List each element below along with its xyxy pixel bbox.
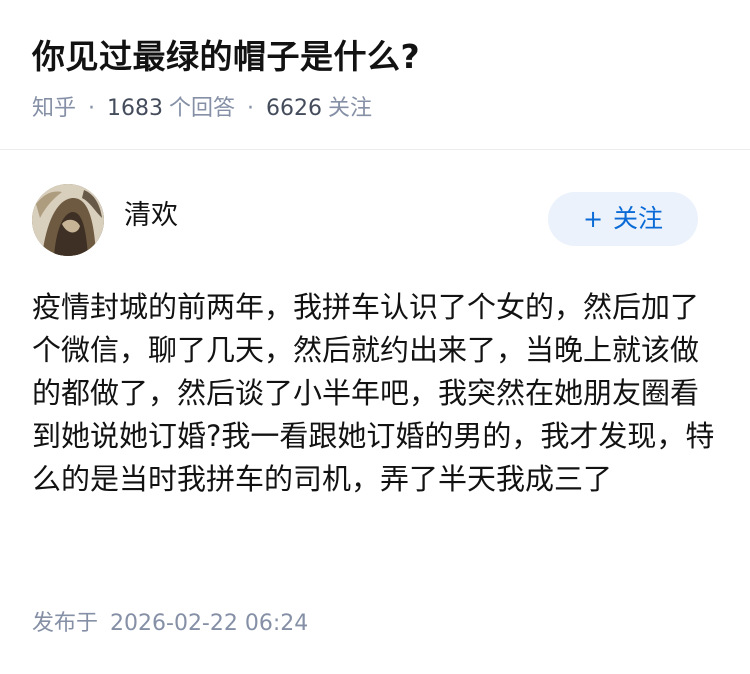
follow-button[interactable]: + 关注 — [548, 192, 698, 246]
avatar-photo-icon — [32, 184, 104, 256]
follower-count-label: 关注 — [328, 96, 373, 121]
publish-time: 2026-02-22 06:24 — [110, 611, 309, 636]
meta-separator: · — [88, 96, 96, 121]
question-title[interactable]: 你见过最绿的帽子是什么? — [32, 34, 420, 80]
question-meta: 知乎 · 1683 个回答 · 6626 关注 — [32, 93, 372, 125]
avatar[interactable] — [32, 184, 104, 256]
answer-author-row: 清欢 + 关注 — [32, 182, 698, 258]
question-header: 你见过最绿的帽子是什么? 知乎 · 1683 个回答 · 6626 关注 — [0, 0, 750, 150]
publish-label: 发布于 — [32, 611, 99, 636]
follower-count: 6626 — [266, 96, 323, 121]
follow-button-label: 关注 — [613, 204, 664, 233]
answer-count: 1683 — [107, 96, 164, 121]
answer-count-label: 个回答 — [169, 96, 236, 121]
source-label[interactable]: 知乎 — [32, 96, 76, 121]
publish-info: 发布于 2026-02-22 06:24 — [32, 608, 308, 640]
answer-content[interactable]: 疫情封城的前两年，我拼车认识了个女的，然后加了个微信，聊了几天，然后就约出来了，… — [32, 286, 718, 501]
author-name[interactable]: 清欢 — [124, 198, 178, 234]
meta-separator: · — [247, 96, 255, 121]
plus-icon: + — [582, 205, 604, 233]
